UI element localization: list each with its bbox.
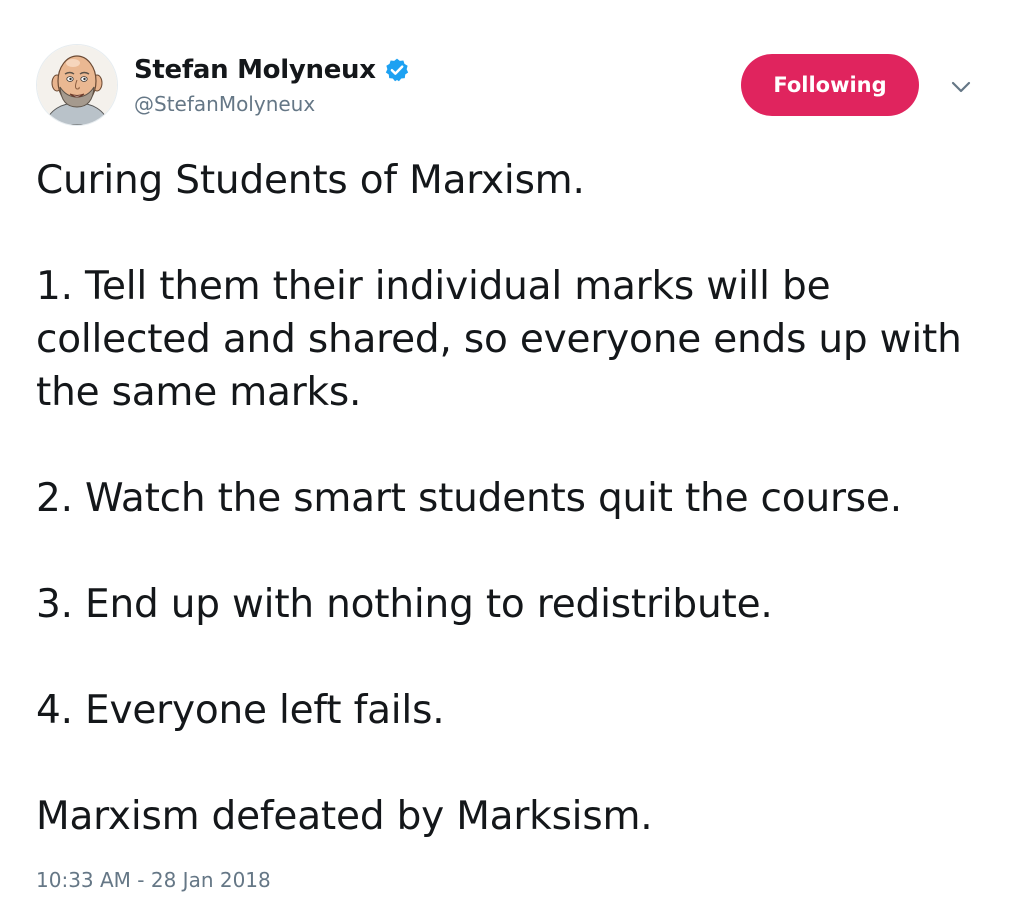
author-avatar[interactable]: [36, 44, 118, 126]
tweet-paragraph: 4. Everyone left fails.: [36, 688, 445, 733]
following-button[interactable]: Following: [741, 54, 919, 116]
chevron-down-icon: [951, 81, 971, 93]
verified-badge-icon: [384, 57, 410, 83]
tweet-paragraph: Marxism defeated by Marksism.: [36, 794, 653, 839]
author-name-row: Stefan Molyneux: [134, 50, 410, 90]
caricature-avatar-icon: [37, 45, 117, 125]
tweet-menu-button[interactable]: [944, 72, 978, 102]
author-handle[interactable]: @StefanMolyneux: [134, 92, 315, 116]
tweet-card: Stefan Molyneux @StefanMolyneux Followin…: [0, 0, 1024, 916]
tweet-body: Curing Students of Marxism. 1. Tell them…: [36, 154, 996, 843]
tweet-paragraph: 1. Tell them their individual marks will…: [36, 264, 962, 415]
tweet-paragraph: Curing Students of Marxism.: [36, 158, 585, 203]
tweet-paragraph: 2. Watch the smart students quit the cou…: [36, 476, 902, 521]
tweet-paragraph: 3. End up with nothing to redistribute.: [36, 582, 773, 627]
tweet-timestamp[interactable]: 10:33 AM - 28 Jan 2018: [36, 868, 271, 892]
author-display-name[interactable]: Stefan Molyneux: [134, 55, 376, 85]
